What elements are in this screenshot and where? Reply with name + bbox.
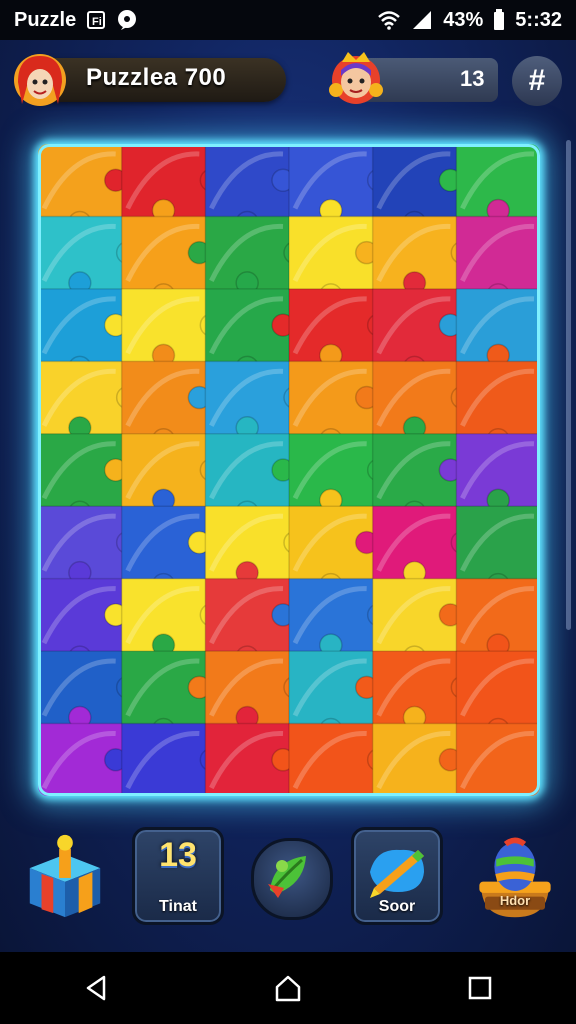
- score-tool-button[interactable]: Soor: [351, 826, 443, 926]
- puzzle-grid[interactable]: [38, 144, 540, 796]
- player-avatar[interactable]: [12, 52, 68, 108]
- signal-icon: [411, 10, 433, 30]
- navigation-bar: [0, 952, 576, 1024]
- recents-square-icon: [468, 976, 492, 1000]
- score-value: 13: [460, 66, 485, 91]
- back-triangle-icon: [86, 975, 106, 1001]
- egg-shop-button[interactable]: Hdor: [470, 826, 560, 926]
- wifi-icon: [377, 10, 401, 30]
- home-button[interactable]: [258, 958, 318, 1018]
- back-button[interactable]: [66, 958, 126, 1018]
- score-tool-label: Soor: [378, 898, 416, 915]
- status-bar: Puzzle Fi 43% 5::32: [0, 0, 576, 40]
- clock: 5::32: [515, 8, 562, 31]
- battery-percent: 43%: [443, 8, 484, 31]
- gallery-icon: Fi: [86, 10, 106, 30]
- scrollbar[interactable]: [566, 140, 571, 630]
- puzzle-board[interactable]: [38, 144, 540, 796]
- menu-button[interactable]: #: [512, 56, 562, 106]
- home-icon: [275, 975, 301, 1002]
- gift-box-icon: [29, 834, 101, 918]
- svg-text:Fi: Fi: [92, 16, 102, 28]
- player-name: Puzzlea 700: [86, 64, 227, 91]
- status-app-label: Puzzle: [14, 8, 77, 31]
- time-tool-label: Tinat: [159, 898, 197, 915]
- chat-icon: [116, 9, 138, 31]
- leaf-hint-button[interactable]: [244, 826, 334, 926]
- leaf-icon: [268, 856, 306, 898]
- toolbar: 13 Tinat Soor Hdor: [0, 826, 576, 936]
- header-bar: Puzzlea 700 13 #: [0, 52, 576, 110]
- egg-basket-icon: [479, 837, 551, 918]
- egg-shop-label: Hdor: [499, 893, 531, 908]
- recents-button[interactable]: [450, 958, 510, 1018]
- time-tool-button[interactable]: 13 Tinat: [132, 826, 224, 926]
- opponent-avatar: [324, 46, 388, 110]
- time-tool-number: 13: [159, 836, 197, 874]
- bonus-box-button[interactable]: [20, 826, 110, 926]
- hash-icon: #: [528, 64, 546, 97]
- battery-icon: [493, 9, 505, 31]
